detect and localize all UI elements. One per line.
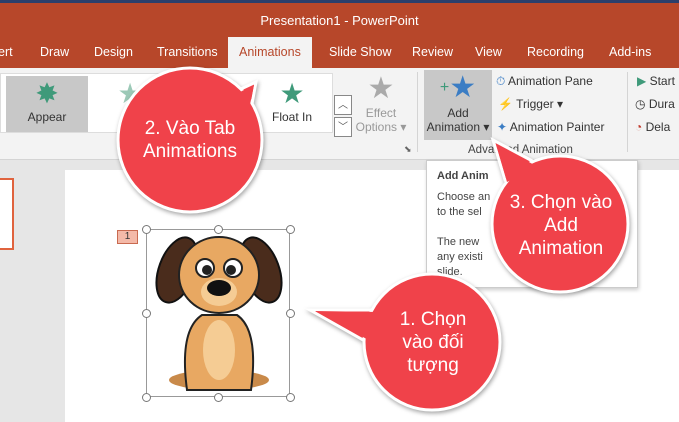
callout-step3: 3. Chọn vào Add Animation: [509, 191, 613, 259]
callout-step1: 1. Chọn vào đối tượng: [399, 308, 467, 376]
callout-step2: 2. Vào Tab Animations: [143, 118, 237, 162]
